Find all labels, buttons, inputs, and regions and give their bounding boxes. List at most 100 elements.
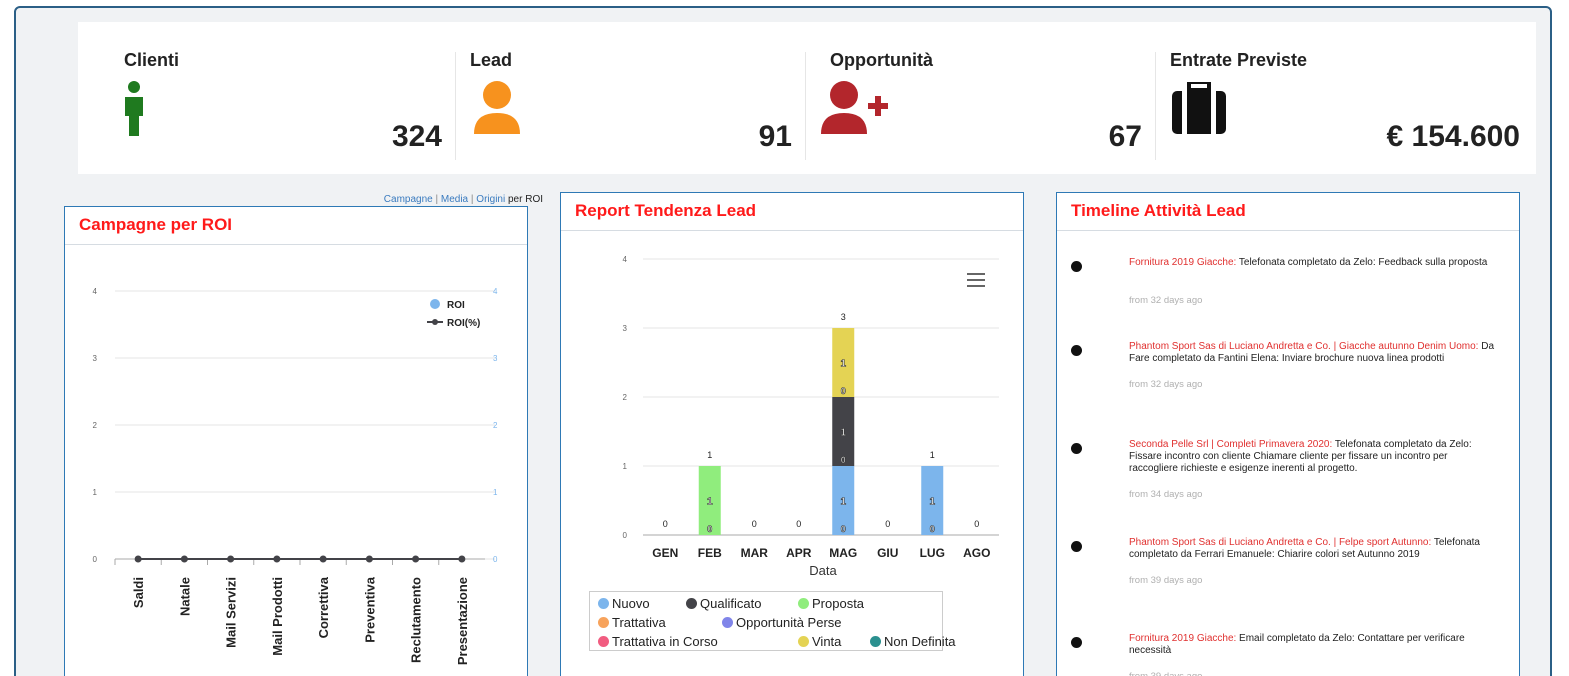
legend-item[interactable]: Trattativa in Corso	[598, 634, 718, 649]
legend-item[interactable]: Non Definita	[870, 634, 956, 649]
legend-item[interactable]: Proposta	[798, 596, 864, 611]
person-icon	[125, 81, 143, 136]
series-point-roi-pct	[365, 555, 373, 563]
timeline-link[interactable]: Fornitura 2019 Giacche:	[1129, 257, 1236, 268]
series-point-roi-pct	[458, 555, 466, 563]
timeline-link[interactable]: Phantom Sport Sas di Luciano Andretta e …	[1129, 537, 1431, 548]
chart-menu-icon[interactable]	[967, 273, 985, 287]
segment-zero-label: 0	[841, 455, 846, 465]
link-suffix: per ROI	[507, 194, 543, 205]
x-tick-label: Mail Servizi	[224, 577, 239, 648]
timeline-dot	[1071, 345, 1082, 356]
kpi-title: Opportunità	[830, 50, 933, 70]
y-tick-label: 1	[93, 488, 98, 497]
total-label: 3	[841, 312, 846, 322]
timeline-text: Phantom Sport Sas di Luciano Andretta e …	[1129, 341, 1495, 365]
series-point-roi-pct	[319, 555, 327, 563]
segment-zero-label: 0	[841, 386, 846, 396]
legend-label: Trattativa in Corso	[612, 634, 718, 649]
legend-label: Qualificato	[700, 596, 762, 611]
roi-chart: 0 0 1 1 2 2 3 3 4 4 Saldi Natale Mail Servizi Mail Pr…	[93, 287, 498, 665]
timeline-dot	[1071, 261, 1082, 272]
segment-zero-label: 0	[707, 524, 712, 534]
legend-swatch	[598, 598, 609, 609]
kpi-lead[interactable]: Lead 91	[456, 22, 806, 174]
x-axis-title: Data	[809, 563, 837, 578]
x-tick-label: MAR	[741, 546, 769, 560]
x-tick-label: GEN	[652, 546, 678, 560]
timeline-description: Telefonata completato da Zelo: Feedback …	[1236, 257, 1488, 268]
kpi-value: 324	[391, 120, 442, 153]
legend-item[interactable]: Qualificato	[686, 596, 761, 611]
timeline-dot	[1071, 637, 1082, 648]
legend-swatch	[722, 617, 733, 628]
user-icon	[474, 81, 520, 134]
trend-panel: Report Tendenza Lead 0 1 2 3 4 GEN 0 FEB 1 0 1 MAR 0…	[560, 192, 1024, 676]
timeline-dot	[1071, 443, 1082, 454]
kpi-entrate[interactable]: Entrate Previste € 154.600	[1156, 22, 1536, 174]
legend-label: Trattativa	[612, 615, 666, 630]
total-label: 0	[752, 519, 757, 529]
legend-swatch	[798, 598, 809, 609]
legend-swatch	[798, 636, 809, 647]
legend-swatch	[870, 636, 881, 647]
timeline-ago: from 32 days ago	[1129, 379, 1203, 390]
y-tick-label: 3	[623, 324, 628, 333]
y-tick-label: 2	[93, 421, 98, 430]
link-campagne[interactable]: Campagne	[384, 194, 433, 205]
y-tick-label: 4	[623, 255, 628, 264]
legend-item[interactable]: Trattativa	[598, 615, 666, 630]
timeline-text: Fornitura 2019 Giacche: Email completato…	[1129, 633, 1495, 657]
y-tick-label: 1	[623, 462, 628, 471]
link-separator: |	[435, 194, 439, 205]
legend-item[interactable]: Opportunità Perse	[722, 615, 842, 630]
y-tick-label: 3	[93, 354, 98, 363]
timeline-link[interactable]: Phantom Sport Sas di Luciano Andretta e …	[1129, 341, 1478, 352]
kpi-bar: Clienti 324 Lead 91 Opportunità 67 Entra…	[78, 22, 1536, 174]
legend-label: Opportunità Perse	[736, 615, 842, 630]
link-media[interactable]: Media	[441, 194, 468, 205]
roi-link-bar: Campagne | Media | Origini per ROI	[16, 194, 543, 205]
panel-title: Campagne per ROI	[65, 207, 527, 245]
legend-label-roi: ROI	[447, 300, 465, 311]
timeline-text: Phantom Sport Sas di Luciano Andretta e …	[1129, 537, 1495, 561]
timeline-link[interactable]: Fornitura 2019 Giacche:	[1129, 633, 1236, 644]
legend-swatch	[598, 636, 609, 647]
timeline-link[interactable]: Seconda Pelle Srl | Completi Primavera 2…	[1129, 439, 1332, 450]
segment-label: 1	[707, 497, 713, 508]
link-origini[interactable]: Origini	[476, 194, 505, 205]
y-tick-label: 2	[623, 393, 628, 402]
timeline-text: Fornitura 2019 Giacche: Telefonata compl…	[1129, 257, 1495, 269]
legend-swatch	[598, 617, 609, 628]
x-tick-label: Mail Prodotti	[270, 577, 285, 656]
x-tick-label: Saldi	[131, 577, 146, 608]
segment-label: 1	[929, 497, 935, 508]
x-tick-label: Preventiva	[362, 576, 377, 643]
x-tick-label: GIU	[877, 546, 898, 560]
x-tick-label: Presentazione	[455, 577, 470, 665]
kpi-value: € 154.600	[1386, 120, 1520, 153]
roi-panel: Campagne per ROI 0 0 1 1 2 2 3 3 4 4 Saldi Natale Ma…	[64, 206, 528, 676]
series-point-roi-pct	[134, 555, 142, 563]
series-point-roi-pct	[227, 555, 235, 563]
series-point-roi-pct	[412, 555, 420, 563]
segment-zero-label: 0	[841, 524, 846, 534]
user-plus-icon	[821, 81, 888, 134]
series-point-roi-pct	[273, 555, 281, 563]
link-separator: |	[470, 194, 474, 205]
x-tick-label: Correttiva	[316, 576, 331, 638]
panel-title: Report Tendenza Lead	[561, 193, 1023, 231]
y2-tick-label: 0	[493, 555, 498, 564]
kpi-title: Lead	[470, 50, 513, 70]
kpi-clienti[interactable]: Clienti 324	[78, 22, 456, 174]
timeline-dot	[1071, 541, 1082, 552]
legend-item[interactable]: Nuovo	[598, 596, 650, 611]
x-tick-label: Reclutamento	[409, 577, 424, 663]
timeline-list: Fornitura 2019 Giacche: Telefonata compl…	[1057, 231, 1519, 676]
y2-tick-label: 2	[493, 421, 498, 430]
x-tick-label: FEB	[698, 546, 722, 560]
timeline-panel: Timeline Attività Lead Fornitura 2019 Gi…	[1056, 192, 1520, 676]
x-tick-label: LUG	[920, 546, 945, 560]
kpi-opportunita[interactable]: Opportunità 67	[806, 22, 1156, 174]
legend-item[interactable]: Vinta	[798, 634, 841, 649]
